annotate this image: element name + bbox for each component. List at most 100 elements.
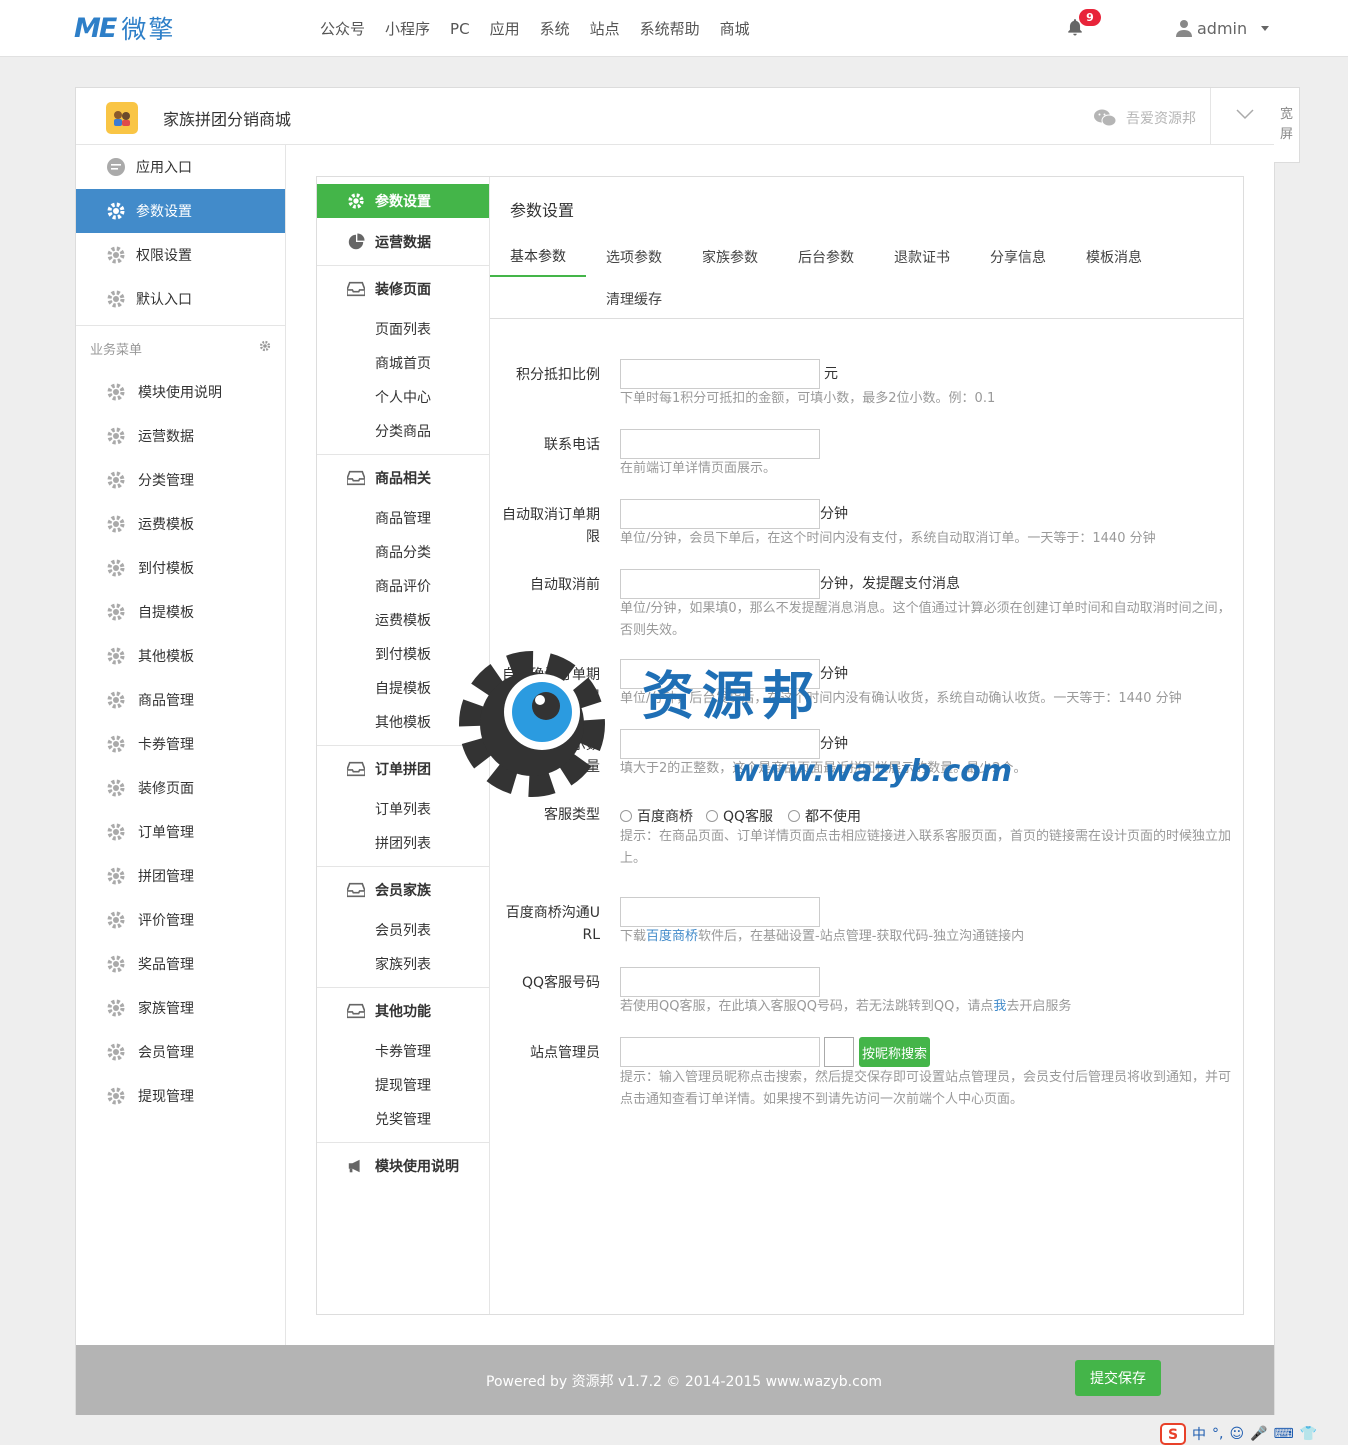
subnav-item[interactable]: 个人中心 — [317, 380, 489, 414]
ime-punctuation[interactable]: °, — [1212, 1426, 1223, 1442]
sidebar-business-item[interactable]: 到付模板 — [76, 546, 285, 590]
username: admin — [1197, 18, 1248, 38]
tab-family[interactable]: 家族参数 — [682, 237, 778, 277]
subnav-ops-data[interactable]: 运营数据 — [317, 218, 489, 265]
nav-system[interactable]: 系统 — [540, 18, 570, 39]
nav-miniprogram[interactable]: 小程序 — [385, 18, 430, 39]
sidebar-business-item[interactable]: 奖品管理 — [76, 942, 285, 986]
subnav-item[interactable]: 家族列表 — [317, 947, 489, 981]
subnav-manual[interactable]: 模块使用说明 — [317, 1142, 489, 1189]
sidebar-business-item[interactable]: 运营数据 — [76, 414, 285, 458]
recent-input[interactable] — [620, 729, 820, 759]
subnav-item[interactable]: 兑奖管理 — [317, 1102, 489, 1136]
radio-baidu[interactable]: 百度商桥 — [620, 806, 693, 826]
subnav-item[interactable]: 拼团列表 — [317, 826, 489, 860]
radio-qq[interactable]: QQ客服 — [706, 806, 773, 826]
sidebar-business-item[interactable]: 提现管理 — [76, 1074, 285, 1118]
subnav-item[interactable]: 会员列表 — [317, 913, 489, 947]
points-input[interactable] — [620, 359, 820, 389]
tab-template-msg[interactable]: 模板消息 — [1066, 237, 1162, 277]
autocancel-input[interactable] — [620, 499, 820, 529]
ime-mic-icon[interactable]: 🎤 — [1250, 1426, 1267, 1442]
subnav-label: 商品相关 — [375, 471, 431, 487]
tab-clear-cache[interactable]: 清理缓存 — [586, 279, 682, 319]
baidu-help-pre: 下载 — [620, 929, 647, 944]
sidebar-business-item[interactable]: 自提模板 — [76, 590, 285, 634]
sidebar-item-default-entry[interactable]: 默认入口 — [76, 277, 285, 321]
sidebar-business-item[interactable]: 订单管理 — [76, 810, 285, 854]
subnav-item[interactable]: 分类商品 — [317, 414, 489, 448]
subnav-item[interactable]: 订单列表 — [317, 792, 489, 826]
remind-label: 自动取消前 — [530, 577, 600, 593]
sidebar-business-item[interactable]: 评价管理 — [76, 898, 285, 942]
subnav-settings[interactable]: 参数设置 — [317, 184, 489, 218]
ime-keyboard-icon[interactable]: ⌨ — [1274, 1426, 1294, 1442]
radio-label: 百度商桥 — [637, 809, 693, 825]
search-by-nickname-button[interactable]: 按昵称搜索 — [859, 1037, 930, 1067]
subnav-item[interactable]: 页面列表 — [317, 312, 489, 346]
svg-text:S: S — [1168, 1427, 1178, 1443]
tab-refund-cert[interactable]: 退款证书 — [874, 237, 970, 277]
sidebar-business-item[interactable]: 模块使用说明 — [76, 370, 285, 414]
tab-backend[interactable]: 后台参数 — [778, 237, 874, 277]
submit-save-button[interactable]: 提交保存 — [1075, 1360, 1161, 1396]
gear-icon[interactable] — [259, 340, 271, 352]
baidu-url-input[interactable] — [620, 897, 820, 927]
chevron-down-icon[interactable] — [1236, 108, 1254, 120]
wechat-account[interactable]: 吾爱资源邦 — [1094, 108, 1196, 128]
nav-apps[interactable]: 应用 — [490, 18, 520, 39]
qq-service-link[interactable]: 我 — [993, 999, 1006, 1014]
baidu-download-link[interactable]: 百度商桥 — [646, 929, 698, 944]
tab-share[interactable]: 分享信息 — [970, 237, 1066, 277]
subnav-item[interactable]: 其他模板 — [317, 705, 489, 739]
remind-input[interactable] — [620, 569, 820, 599]
user-menu[interactable]: admin — [1176, 16, 1270, 40]
nav-store[interactable]: 商城 — [720, 18, 750, 39]
recent-label-line2: 量 — [586, 759, 600, 775]
sidebar-item-settings[interactable]: 参数设置 — [76, 189, 285, 233]
sidebar-business-item[interactable]: 卡券管理 — [76, 722, 285, 766]
sidebar-item-label: 提现管理 — [138, 1089, 194, 1105]
nav-mp[interactable]: 公众号 — [320, 18, 365, 39]
radio-none[interactable]: 都不使用 — [788, 806, 861, 826]
order-items: 订单列表 拼团列表 — [317, 792, 489, 860]
subnav-item[interactable]: 卡券管理 — [317, 1034, 489, 1068]
subnav-item[interactable]: 自提模板 — [317, 671, 489, 705]
sidebar-business-item[interactable]: 家族管理 — [76, 986, 285, 1030]
phone-input[interactable] — [620, 429, 820, 459]
nav-site[interactable]: 站点 — [590, 18, 620, 39]
tab-options[interactable]: 选项参数 — [586, 237, 682, 277]
subnav-item[interactable]: 商城首页 — [317, 346, 489, 380]
sogou-logo-icon[interactable]: S — [1160, 1422, 1186, 1445]
logo[interactable]: ME 微擎 — [74, 12, 175, 45]
subnav-item[interactable]: 商品管理 — [317, 501, 489, 535]
sidebar-business-item[interactable]: 运费模板 — [76, 502, 285, 546]
sidebar-business-item[interactable]: 分类管理 — [76, 458, 285, 502]
qq-help-pre: 若使用QQ客服，在此填入客服QQ号码，若无法跳转到QQ，请点 — [620, 999, 994, 1014]
sidebar-item-app-entry[interactable]: 应用入口 — [76, 145, 285, 189]
subnav-item[interactable]: 运费模板 — [317, 603, 489, 637]
confirm-help: 单位/分钟，后台发货后，在这个时间内没有确认收货，系统自动确认收货。一天等于：1… — [620, 691, 1182, 706]
subnav-item[interactable]: 提现管理 — [317, 1068, 489, 1102]
points-help: 下单时每1积分可抵扣的金额，可填小数，最多2位小数。例：0.1 — [620, 391, 996, 406]
sidebar-business-item[interactable]: 会员管理 — [76, 1030, 285, 1074]
admin-input[interactable] — [620, 1037, 820, 1067]
subnav-item[interactable]: 到付模板 — [317, 637, 489, 671]
sidebar-item-permissions[interactable]: 权限设置 — [76, 233, 285, 277]
subnav-item[interactable]: 商品评价 — [317, 569, 489, 603]
confirm-unit: 分钟 — [820, 666, 848, 682]
nav-pc[interactable]: PC — [450, 20, 470, 38]
subnav-item[interactable]: 商品分类 — [317, 535, 489, 569]
ime-emoji-icon[interactable]: ☺ — [1229, 1426, 1244, 1442]
ime-chinese-mode[interactable]: 中 — [1192, 1424, 1206, 1444]
wide-screen-toggle[interactable]: 宽 屏 — [1274, 87, 1300, 163]
nav-help[interactable]: 系统帮助 — [640, 18, 700, 39]
sidebar-business-item[interactable]: 装修页面 — [76, 766, 285, 810]
tab-basic[interactable]: 基本参数 — [490, 237, 586, 277]
confirm-input[interactable] — [620, 659, 820, 689]
qq-input[interactable] — [620, 967, 820, 997]
ime-skin-icon[interactable]: 👕 — [1300, 1426, 1317, 1442]
sidebar-business-item[interactable]: 其他模板 — [76, 634, 285, 678]
sidebar-business-item[interactable]: 拼团管理 — [76, 854, 285, 898]
sidebar-business-item[interactable]: 商品管理 — [76, 678, 285, 722]
